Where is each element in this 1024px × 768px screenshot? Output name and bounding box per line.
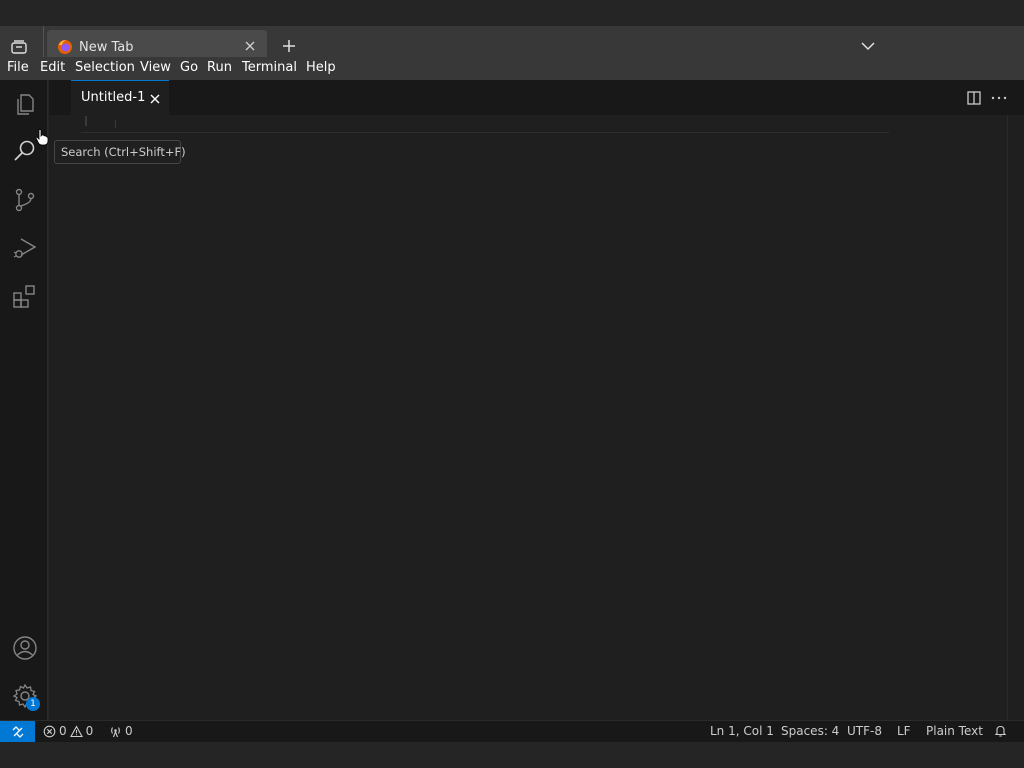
accounts-button[interactable] <box>12 635 38 661</box>
tab-overview-button[interactable] <box>8 37 30 57</box>
hand-cursor-icon <box>35 129 49 146</box>
menu-run[interactable]: Run <box>207 60 232 75</box>
current-line-border <box>81 132 889 133</box>
source-control-icon <box>15 188 35 212</box>
extensions-button[interactable] <box>12 283 38 309</box>
problems-button[interactable]: 0 0 <box>43 724 93 738</box>
editor-scrollbar[interactable] <box>1007 115 1024 720</box>
chevron-down-icon[interactable] <box>860 40 876 52</box>
window-bottom-strip <box>0 742 1024 768</box>
explorer-button[interactable] <box>12 91 38 117</box>
encoding[interactable]: UTF-8 <box>847 724 882 738</box>
menubar: File Edit Selection View Go Run Terminal… <box>0 57 1024 80</box>
extensions-icon <box>13 285 35 308</box>
tab-overview-icon <box>11 40 27 54</box>
run-debug-button[interactable] <box>12 235 38 261</box>
menu-file[interactable]: File <box>7 60 29 75</box>
activity-bar: 1 <box>0 80 48 720</box>
menu-view[interactable]: View <box>140 60 171 75</box>
text-cursor <box>115 120 116 128</box>
indentation[interactable]: Spaces: 4 <box>781 724 839 738</box>
menu-go[interactable]: Go <box>180 60 198 75</box>
accounts-icon <box>13 636 37 660</box>
error-icon <box>43 725 56 737</box>
split-editor-icon[interactable] <box>966 90 982 106</box>
notifications-button[interactable] <box>994 724 1007 737</box>
close-icon[interactable] <box>148 92 162 106</box>
firefox-icon <box>58 40 72 54</box>
ports-count: 0 <box>125 724 133 738</box>
menu-selection[interactable]: Selection <box>75 60 135 75</box>
window-top-strip <box>0 0 1024 26</box>
tab-untitled-1[interactable]: Untitled-1 <box>71 80 169 115</box>
status-bar: 0 0 0 Ln 1, Col 1 Spaces: 4 UTF-8 LF Pla… <box>0 720 1024 743</box>
browser-tab[interactable]: New Tab <box>47 30 267 57</box>
end-of-line[interactable]: LF <box>897 724 911 738</box>
broadcast-icon <box>111 726 120 737</box>
menu-help[interactable]: Help <box>306 60 336 75</box>
browser-tab-title: New Tab <box>79 40 134 55</box>
remote-indicator-button[interactable] <box>0 721 35 743</box>
line-guide <box>85 116 87 126</box>
new-tab-plus-icon[interactable] <box>281 38 297 54</box>
more-actions-icon[interactable] <box>990 90 1008 106</box>
warning-icon <box>69 724 83 737</box>
source-control-button[interactable] <box>12 187 38 213</box>
toolbar-separator <box>43 26 44 57</box>
warning-count: 0 <box>85 724 94 738</box>
explorer-icon <box>17 94 34 115</box>
language-mode[interactable]: Plain Text <box>926 724 983 738</box>
remote-icon <box>12 726 23 738</box>
run-debug-icon <box>13 238 37 258</box>
error-count: 0 <box>59 724 67 738</box>
menu-terminal[interactable]: Terminal <box>242 60 297 75</box>
cursor-position[interactable]: Ln 1, Col 1 <box>710 724 774 738</box>
editor-tab-strip: Untitled-1 <box>49 80 1024 115</box>
ports-button[interactable]: 0 <box>109 724 133 738</box>
editor-area[interactable]: Untitled-1 <box>49 80 1024 720</box>
bell-icon <box>994 725 1007 737</box>
search-tooltip: Search (Ctrl+Shift+F) <box>54 140 186 164</box>
close-tab-icon[interactable] <box>243 39 257 53</box>
editor-tab-label: Untitled-1 <box>81 90 146 105</box>
menu-edit[interactable]: Edit <box>40 60 65 75</box>
manage-update-badge: 1 <box>26 697 40 711</box>
